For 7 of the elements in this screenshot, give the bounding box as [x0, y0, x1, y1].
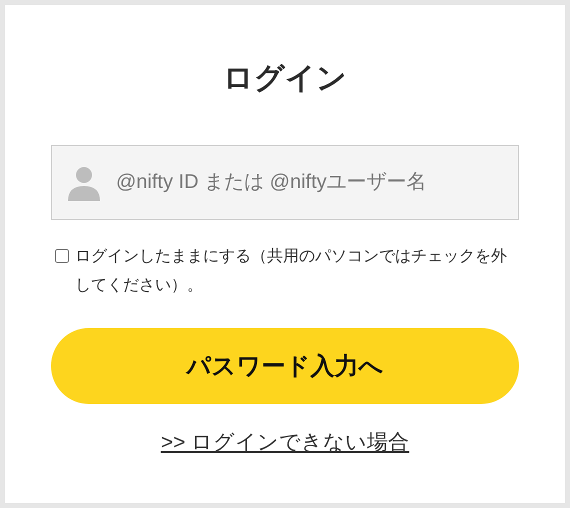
remember-label: ログインしたままにする（共用のパソコンではチェックを外してください）。 [75, 246, 508, 296]
id-input-field[interactable]: @nifty ID または @niftyユーザー名 [51, 145, 519, 220]
login-title: ログイン [223, 61, 347, 97]
user-icon [66, 165, 102, 201]
remember-checkbox[interactable] [55, 249, 69, 263]
password-entry-button[interactable]: パスワード入力へ [51, 328, 519, 404]
login-help-link[interactable]: >> ログインできない場合 [160, 428, 410, 456]
